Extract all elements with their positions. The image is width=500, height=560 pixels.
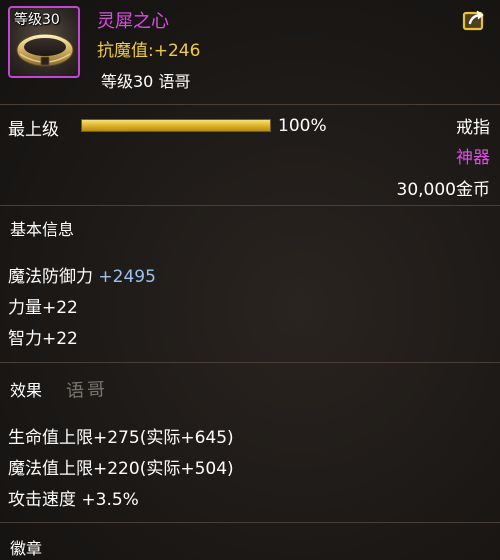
item-price: 30,000金币 [396, 180, 490, 200]
resist-stat: 抗魔值:+246 [97, 36, 200, 61]
item-icon-level: 等级30 [14, 12, 60, 28]
item-name: 灵犀之心 [97, 11, 169, 32]
upgrade-progress-fill [82, 120, 270, 131]
upgrade-progress-text: 100% [278, 116, 327, 136]
share-icon [462, 10, 484, 31]
stat-label: 智力 [8, 329, 42, 349]
effects-title: 效果 [10, 381, 43, 400]
stat-label: 魔法防御力 [8, 267, 99, 287]
stat-value: +22 [42, 329, 78, 349]
upgrade-level-label: 最上级 [8, 120, 59, 140]
stat-value: +2495 [98, 267, 156, 287]
stat-magic-defense: 魔法防御力 +2495 [8, 262, 156, 287]
item-level-owner: 等级30 语哥 [101, 72, 191, 91]
basic-info-title: 基本信息 [10, 220, 75, 239]
badge-title: 徽章 [10, 539, 43, 558]
resist-value: +246 [153, 41, 201, 61]
effects-divider [0, 522, 500, 523]
header-divider [0, 104, 500, 105]
effect-line: 生命值上限+275(实际+645) [8, 428, 234, 448]
stat-value: +22 [42, 298, 78, 318]
upgrade-divider [0, 205, 500, 206]
item-type: 戒指 [456, 118, 490, 138]
resist-label: 抗魔值: [97, 41, 154, 61]
basic-info-divider [0, 362, 500, 363]
handwritten-signature: 语哥 [65, 378, 109, 403]
effect-line: 魔法值上限+220(实际+504) [8, 459, 234, 479]
upgrade-progress-bar [81, 119, 271, 132]
stat-label: 力量 [8, 298, 42, 318]
share-button[interactable] [462, 8, 488, 32]
ring-icon [16, 33, 74, 67]
item-tooltip-panel: 等级30 灵犀之心 抗魔值:+246 等级30 语哥 最上级 100% 戒指 神… [0, 0, 500, 560]
stat-strength: 力量+22 [8, 293, 78, 318]
effect-line: 攻击速度 +3.5% [8, 490, 139, 510]
item-icon-frame[interactable]: 等级30 [8, 6, 80, 78]
stat-intelligence: 智力+22 [8, 324, 78, 349]
item-quality: 神器 [456, 148, 490, 168]
